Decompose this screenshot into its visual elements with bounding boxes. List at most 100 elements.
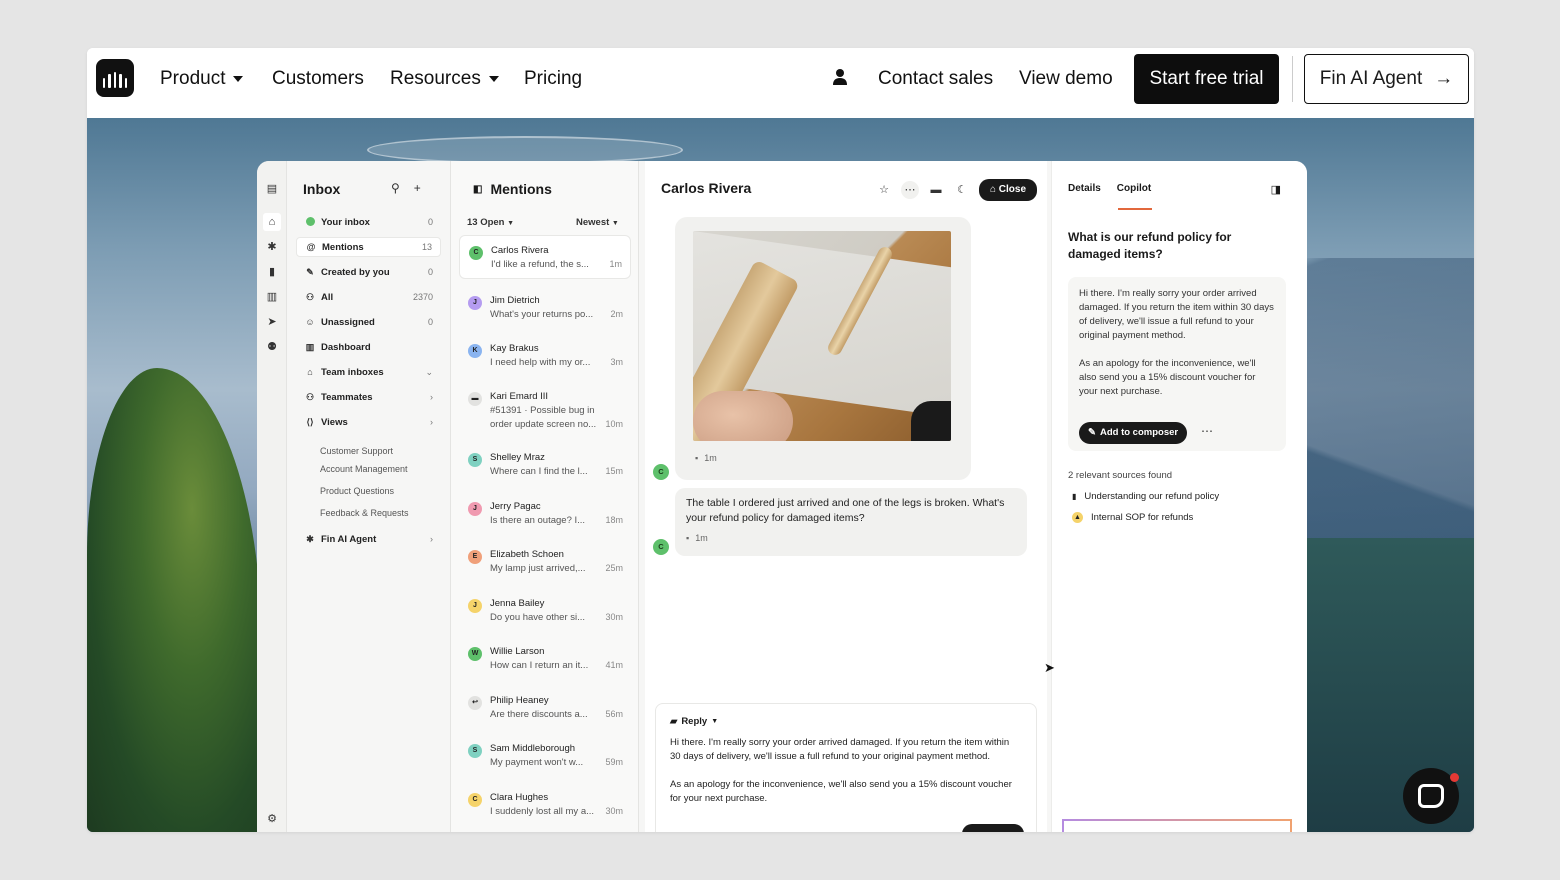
book-icon: ▮: [1072, 492, 1077, 501]
chat-bubble-icon: [1418, 784, 1444, 808]
app-rail: ▤ ⌂ ✱ ▮ ▥ ➤ ⚉ ⚙: [257, 161, 287, 832]
nav-product[interactable]: Product: [160, 68, 244, 90]
chevron-down-icon: ⌄: [425, 366, 433, 377]
sidebar-toggle-icon[interactable]: ◨: [1271, 183, 1281, 196]
sidebar-item-unassigned[interactable]: ☺ Unassigned 0: [296, 312, 441, 332]
search-icon[interactable]: ⚲: [391, 181, 400, 195]
mentions-list-panel: ◧ Mentions 13 Open ▼ Newest ▼ C Carlos Ri…: [451, 161, 639, 832]
menu-icon[interactable]: ▤: [266, 183, 278, 195]
image-message: ▪ 1m: [675, 217, 971, 480]
snooze-icon[interactable]: ☾: [953, 181, 971, 199]
arrow-right-icon: →: [1434, 68, 1454, 89]
view-item[interactable]: Feedback & Requests: [320, 508, 409, 518]
conversation-preview: order update screen no...: [490, 419, 597, 430]
conversation-time: 41m: [605, 660, 623, 670]
star-icon[interactable]: ☆: [875, 181, 893, 199]
sidebar-item-mentions[interactable]: @ Mentions 13: [296, 237, 441, 257]
sidebar-item-fin-ai-agent[interactable]: ✱ Fin AI Agent ›: [296, 529, 441, 549]
source-link[interactable]: ▮ Understanding our refund policy: [1072, 491, 1219, 502]
mouse-cursor-icon: ➤: [1044, 660, 1055, 675]
contact-sales-link[interactable]: Contact sales: [878, 68, 993, 90]
sources-header: 2 relevant sources found: [1068, 470, 1173, 481]
add-to-composer-button[interactable]: ✎ Add to composer: [1079, 422, 1188, 444]
conversation-panel: Carlos Rivera ☆ ⋯ ▬ ☾ ⌂ Close ▪ 1m C The…: [645, 161, 1047, 832]
chevron-down-icon: [233, 76, 244, 82]
tab-details[interactable]: Details: [1068, 183, 1101, 194]
tab-copilot[interactable]: Copilot: [1117, 183, 1151, 194]
settings-icon[interactable]: ⚙: [266, 813, 278, 825]
panel-toggle-icon[interactable]: ◧: [473, 184, 482, 195]
inbox-move-icon[interactable]: ▬: [927, 181, 945, 199]
chat-icon: ▪: [695, 453, 699, 463]
view-item[interactable]: Account Management: [320, 464, 408, 474]
plus-icon[interactable]: +: [414, 181, 421, 195]
start-free-trial-button[interactable]: Start free trial: [1134, 54, 1279, 104]
chart-icon[interactable]: ▥: [266, 291, 278, 303]
composer-text[interactable]: Hi there. I'm really sorry your order ar…: [670, 736, 1020, 820]
conversation-list-item[interactable]: J Jerry Pagac Is there an outage? I... 18m: [459, 492, 631, 536]
reply-mode-dropdown[interactable]: ▰ Reply ▼: [670, 716, 718, 727]
notification-dot: [1450, 773, 1459, 782]
fin-icon[interactable]: ✱: [266, 241, 278, 253]
customer-message: The table I ordered just arrived and one…: [675, 488, 1027, 556]
chevron-down-icon: [488, 76, 499, 82]
contacts-icon[interactable]: ⚉: [266, 341, 278, 353]
conversation-name: Willie Larson: [490, 646, 545, 657]
copilot-ask-input[interactable]: [1062, 819, 1292, 832]
conversation-list-item[interactable]: C Carlos Rivera I'd like a refund, the s..…: [459, 235, 631, 279]
view-demo-link[interactable]: View demo: [1019, 68, 1113, 90]
sidebar-item-team-inboxes[interactable]: ⌂ Team inboxes ⌄: [296, 362, 441, 382]
conversation-time: 59m: [605, 757, 623, 767]
nav-pricing[interactable]: Pricing: [524, 68, 582, 90]
conversation-list-item[interactable]: K Kay Brakus I need help with my or... 3m: [459, 334, 631, 378]
more-icon[interactable]: ⋯: [901, 181, 919, 199]
conversation-preview: How can I return an it...: [490, 660, 589, 671]
sort-dropdown[interactable]: Newest ▼: [576, 217, 619, 228]
conversation-list-item[interactable]: C Clara Hughes I suddenly lost all my a...…: [459, 783, 631, 827]
at-icon: @: [306, 242, 316, 252]
conversation-list-item[interactable]: J Jim Dietrich What's your returns po... 2m: [459, 286, 631, 330]
close-conversation-button[interactable]: ⌂ Close: [979, 179, 1037, 201]
user-icon[interactable]: [832, 68, 848, 86]
inbox-title: Inbox: [303, 181, 341, 197]
views-icon: ⟨⟩: [306, 416, 314, 427]
conversation-list-item[interactable]: J Jenna Bailey Do you have other si... 30m: [459, 589, 631, 633]
more-icon[interactable]: ⋯: [1201, 424, 1213, 438]
chat-icon: ▪: [686, 533, 690, 543]
conversation-list-item[interactable]: E Elizabeth Schoen My lamp just arrived,..…: [459, 540, 631, 584]
sidebar-item-views[interactable]: ⟨⟩ Views ›: [296, 412, 441, 432]
conversation-list-item[interactable]: ↩ Philip Heaney Are there discounts a... 56…: [459, 686, 631, 730]
view-item[interactable]: Customer Support: [320, 446, 393, 456]
conversation-time: 15m: [605, 466, 623, 476]
avatar: S: [468, 453, 482, 467]
send-button[interactable]: [962, 824, 1024, 832]
conversation-list-item[interactable]: ▬ Kari Emard III #51391 · Possible bug in o…: [459, 382, 631, 440]
conversation-preview: My payment won't w...: [490, 757, 584, 768]
nav-customers[interactable]: Customers: [272, 68, 364, 90]
sidebar-item-all[interactable]: ⚇ All 2370: [296, 287, 441, 307]
chevron-down-icon: ▼: [507, 220, 515, 227]
conversation-list-item[interactable]: S Sam Middleborough My payment won't w... 5…: [459, 734, 631, 778]
sidebar-item-teammates[interactable]: ⚇ Teammates ›: [296, 387, 441, 407]
open-filter-dropdown[interactable]: 13 Open ▼: [467, 217, 514, 228]
inbox-icon[interactable]: ⌂: [263, 213, 281, 231]
nav-resources[interactable]: Resources: [390, 68, 499, 90]
close-icon: ⌂: [989, 184, 997, 195]
intercom-logo[interactable]: [96, 59, 134, 97]
conversation-list-item[interactable]: W Willie Larson How can I return an it... 4…: [459, 637, 631, 681]
reply-composer[interactable]: ▰ Reply ▼ Hi there. I'm really sorry you…: [655, 703, 1037, 832]
avatar: J: [468, 599, 482, 613]
broken-table-leg-photo[interactable]: [693, 231, 951, 441]
conversation-preview: Are there discounts a...: [490, 709, 588, 720]
source-link[interactable]: ▲ Internal SOP for refunds: [1072, 512, 1193, 523]
fin-ai-agent-button[interactable]: Fin AI Agent →: [1304, 54, 1469, 104]
book-icon[interactable]: ▮: [266, 266, 278, 278]
conversation-list-item[interactable]: S Shelley Mraz Where can I find the l... 15…: [459, 443, 631, 487]
hero-background: ▤ ⌂ ✱ ▮ ▥ ➤ ⚉ ⚙ Inbox ⚲ + Your inbox 0 @…: [87, 118, 1474, 832]
view-item[interactable]: Product Questions: [320, 486, 394, 496]
sidebar-item-your-inbox[interactable]: Your inbox 0: [296, 212, 441, 232]
sidebar-item-created-by-you[interactable]: ✎ Created by you 0: [296, 262, 441, 282]
sidebar-item-dashboard[interactable]: ▥ Dashboard: [296, 337, 441, 357]
chevron-right-icon: ›: [430, 417, 433, 427]
send-icon[interactable]: ➤: [266, 316, 278, 328]
